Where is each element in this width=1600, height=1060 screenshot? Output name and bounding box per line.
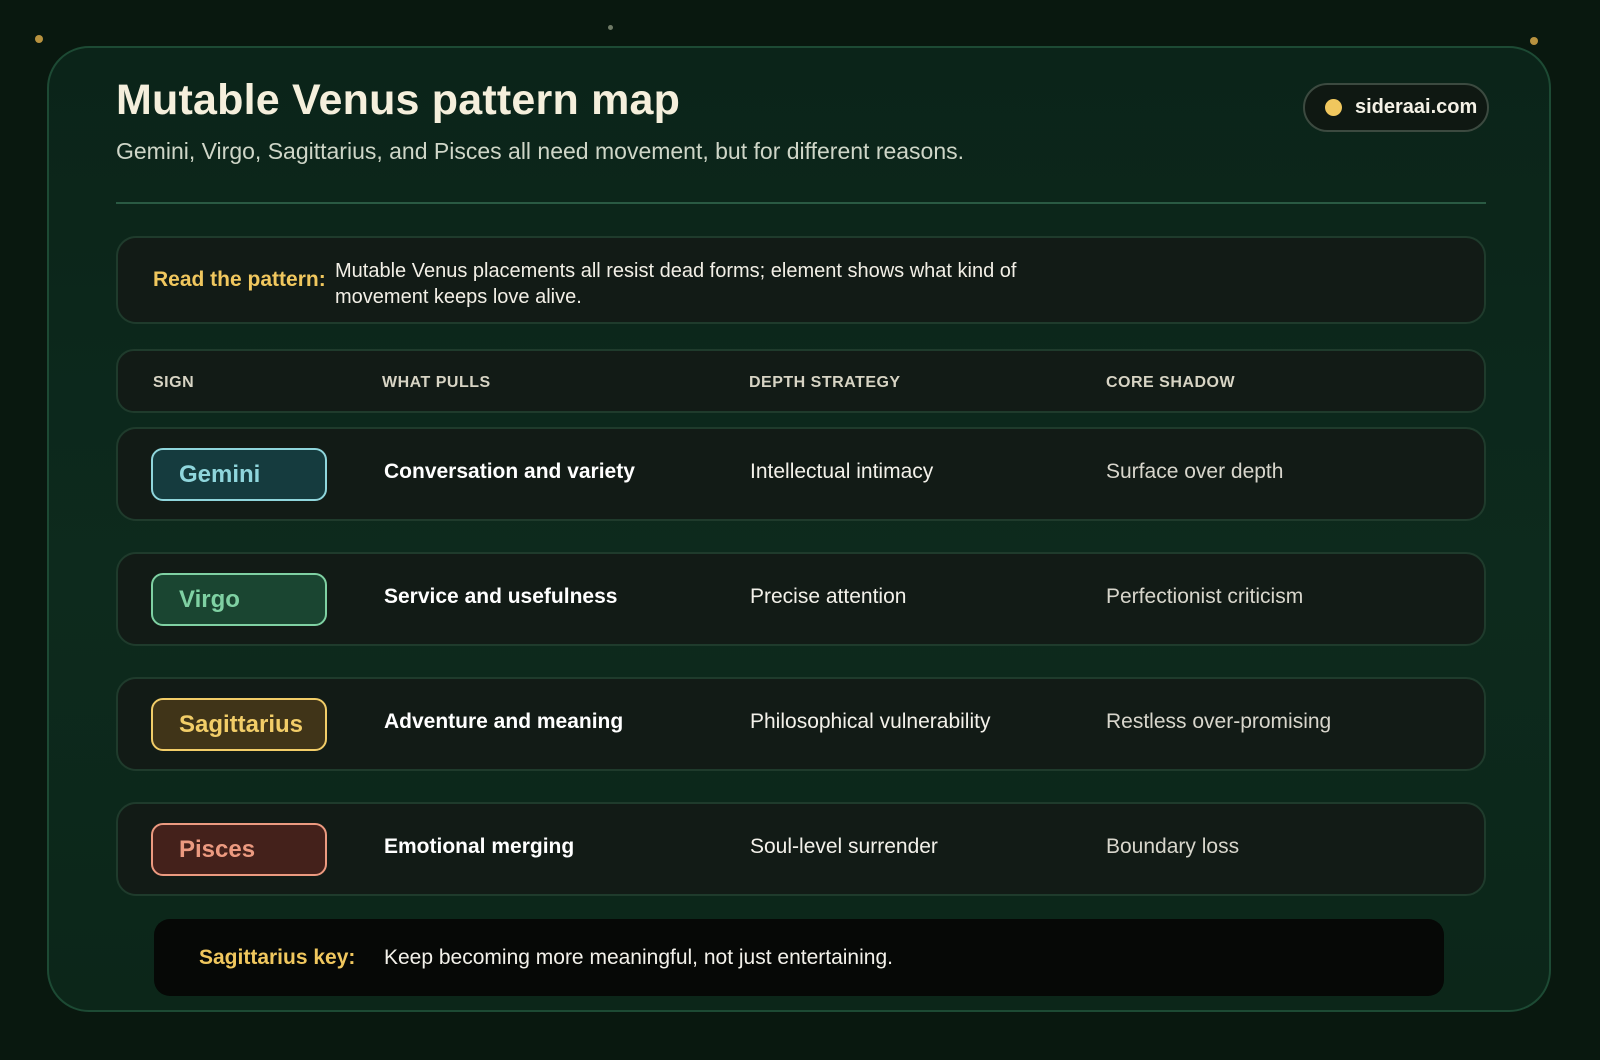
star-dot-right (1530, 37, 1538, 45)
what-pulls-cell: Conversation and variety (384, 460, 635, 483)
core-shadow-cell: Restless over-promising (1106, 710, 1332, 733)
star-dot-center (608, 25, 613, 30)
pattern-text: Mutable Venus placements all resist dead… (335, 260, 1017, 308)
depth-strategy-cell: Philosophical vulnerability (750, 710, 991, 733)
depth-strategy-cell: Intellectual intimacy (750, 460, 934, 483)
what-pulls-cell: Adventure and meaning (384, 710, 624, 733)
sagittarius-key-bar: Sagittarius key: Keep becoming more mean… (154, 919, 1444, 996)
pattern-callout: Read the pattern: Mutable Venus placemen… (116, 236, 1486, 324)
column-header-core-shadow: CORE SHADOW (1106, 374, 1236, 391)
pattern-label: Read the pattern: (153, 268, 326, 291)
key-text: Keep becoming more meaningful, not just … (384, 946, 893, 969)
what-pulls-cell: Service and usefulness (384, 585, 618, 608)
key-label: Sagittarius key: (199, 946, 356, 969)
core-shadow-cell: Surface over depth (1106, 460, 1284, 483)
brand-dot-icon (1325, 99, 1342, 116)
sign-badge-virgo: Virgo (151, 573, 327, 626)
column-header-what-pulls: WHAT PULLS (382, 374, 491, 391)
brand-name: sideraai.com (1355, 96, 1478, 118)
sign-badge-pisces: Pisces (151, 823, 327, 876)
depth-strategy-cell: Soul-level surrender (750, 835, 938, 858)
column-header-depth-strategy: DEPTH STRATEGY (749, 374, 901, 391)
page-subtitle: Gemini, Virgo, Sagittarius, and Pisces a… (116, 138, 965, 164)
page-title: Mutable Venus pattern map (116, 76, 681, 124)
core-shadow-cell: Perfectionist criticism (1106, 585, 1304, 608)
pattern-map-card: Mutable Venus pattern map Gemini, Virgo,… (47, 46, 1551, 1012)
table-row: Sagittarius Adventure and meaning Philos… (116, 677, 1486, 771)
sign-badge-sagittarius: Sagittarius (151, 698, 327, 751)
what-pulls-cell: Emotional merging (384, 835, 575, 858)
brand-badge[interactable]: sideraai.com (1303, 83, 1489, 132)
core-shadow-cell: Boundary loss (1106, 835, 1240, 858)
table-row: Virgo Service and usefulness Precise att… (116, 552, 1486, 646)
table-row: Pisces Emotional merging Soul-level surr… (116, 802, 1486, 896)
depth-strategy-cell: Precise attention (750, 585, 907, 608)
table-header: SIGN WHAT PULLS DEPTH STRATEGY CORE SHAD… (116, 349, 1486, 413)
sign-badge-gemini: Gemini (151, 448, 327, 501)
table-row: Gemini Conversation and variety Intellec… (116, 427, 1486, 521)
header-divider (116, 202, 1486, 204)
column-header-sign: SIGN (153, 374, 195, 391)
star-dot-left (35, 35, 43, 43)
